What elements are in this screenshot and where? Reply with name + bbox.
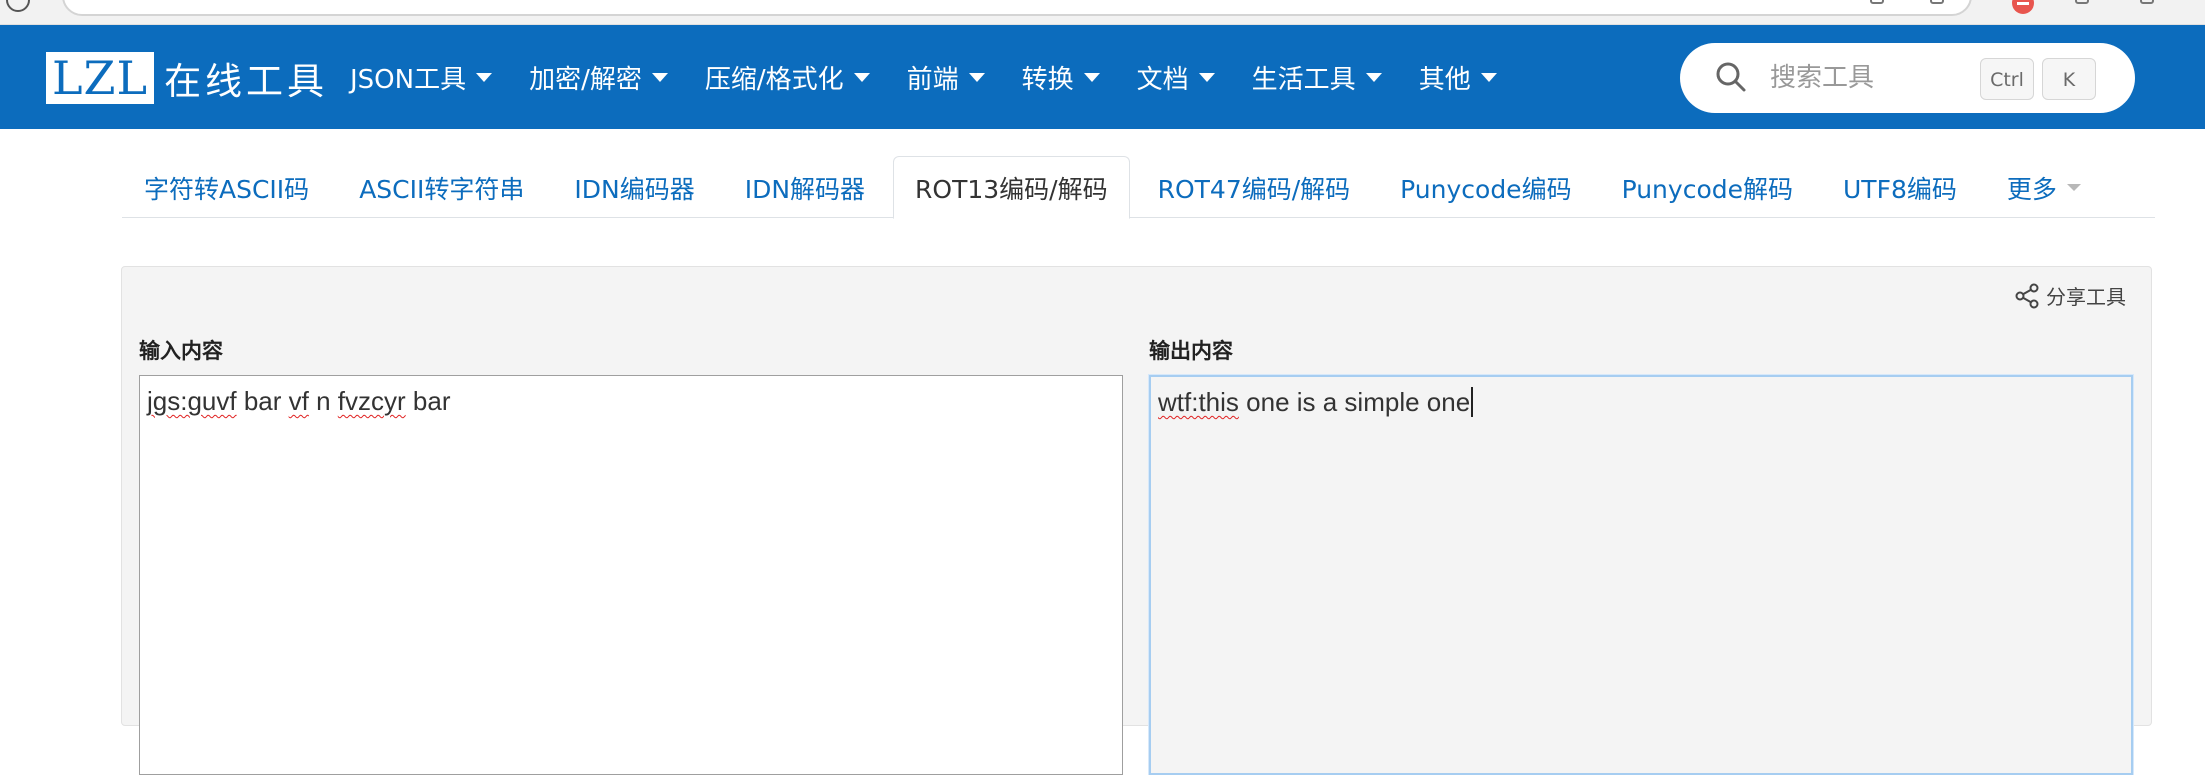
input-text: bar	[236, 386, 289, 416]
output-label: 输出内容	[1149, 339, 1233, 363]
input-label: 输入内容	[139, 339, 223, 363]
nav-label: 文档	[1136, 64, 1189, 95]
shortcut-k-key: K	[2042, 58, 2096, 100]
caret-down-icon	[968, 72, 985, 82]
nav-other[interactable]: 其他	[1419, 59, 1497, 96]
input-text: n	[308, 386, 338, 416]
nav-life-tools[interactable]: 生活工具	[1252, 59, 1382, 96]
nav-convert[interactable]: 转换	[1022, 59, 1100, 96]
nav-docs[interactable]: 文档	[1137, 59, 1215, 96]
input-word: vf	[288, 386, 309, 416]
tab-utf8-encode[interactable]: UTF8编码	[1821, 156, 1979, 218]
search-box[interactable]: Ctrl K	[1680, 43, 2135, 113]
tab-idn-decoder[interactable]: IDN解码器	[723, 156, 887, 218]
extensions-icon[interactable]	[2075, 0, 2089, 4]
output-text: one is a simple one	[1238, 387, 1471, 417]
nav-label: 前端	[906, 64, 959, 95]
nav-compress-format[interactable]: 压缩/格式化	[705, 59, 870, 96]
share-label: 分享工具	[2046, 285, 2126, 309]
output-word: wtf:this	[1158, 387, 1239, 417]
input-word: fvzcyr	[337, 386, 406, 416]
text-cursor	[1471, 387, 1474, 417]
nav-label: 压缩/格式化	[704, 64, 844, 95]
nav-label: 加密/解密	[529, 64, 642, 95]
share-icon	[2015, 283, 2039, 308]
site-logo[interactable]: LZL 在线工具	[46, 52, 328, 104]
tab-rot47[interactable]: ROT47编码/解码	[1136, 156, 1373, 218]
tab-more-label: 更多	[2006, 174, 2057, 204]
nav-label: 其他	[1418, 64, 1471, 95]
menu-icon[interactable]	[2140, 0, 2154, 4]
nav-label: 转换	[1021, 64, 1074, 95]
caret-down-icon	[651, 72, 668, 82]
search-icon	[1716, 62, 1746, 92]
logo-mark: LZL	[46, 52, 155, 104]
search-input[interactable]	[1770, 55, 1970, 101]
extension-badge-icon[interactable]	[2012, 0, 2034, 14]
shortcut-ctrl-key: Ctrl	[1980, 58, 2034, 100]
caret-down-icon	[476, 72, 493, 82]
input-word: jgs:guvf	[147, 386, 237, 416]
address-bar[interactable]	[62, 0, 1972, 16]
tab-more[interactable]: 更多	[1985, 156, 2103, 218]
nav-label: JSON工具	[350, 64, 467, 95]
caret-down-icon	[1083, 72, 1100, 82]
tool-tabs: 字符转ASCII码 ASCII转字符串 IDN编码器 IDN解码器 ROT13编…	[122, 156, 2155, 219]
caret-down-icon	[2066, 184, 2081, 191]
logo-text: 在线工具	[164, 60, 329, 103]
tool-card: 分享工具 输入内容 输出内容 jgs:guvf bar vf n fvzcyr …	[121, 266, 2152, 775]
input-text: bar	[405, 386, 451, 416]
output-textarea[interactable]: wtf:this one is a simple one	[1149, 375, 2133, 775]
browser-toolbar	[0, 0, 2205, 25]
site-info-icon[interactable]	[6, 0, 30, 12]
navbar: LZL 在线工具 JSON工具 加密/解密 压缩/格式化 前端 转换 文档 生活	[0, 25, 2205, 129]
nav-frontend[interactable]: 前端	[907, 59, 985, 96]
caret-down-icon	[1480, 72, 1497, 82]
tab-ascii-to-string[interactable]: ASCII转字符串	[337, 156, 546, 218]
translate-icon[interactable]	[1870, 0, 1884, 4]
tab-punycode-decode[interactable]: Punycode解码	[1600, 156, 1815, 218]
share-tool-button[interactable]: 分享工具	[2014, 281, 2126, 310]
tab-punycode-encode[interactable]: Punycode编码	[1378, 156, 1593, 218]
main-menu: JSON工具 加密/解密 压缩/格式化 前端 转换 文档 生活工具 其他	[350, 25, 1534, 129]
tab-rot13[interactable]: ROT13编码/解码	[893, 156, 1130, 219]
tab-char-to-ascii[interactable]: 字符转ASCII码	[122, 156, 331, 218]
nav-json-tools[interactable]: JSON工具	[350, 59, 493, 96]
caret-down-icon	[853, 72, 870, 82]
nav-encrypt-decrypt[interactable]: 加密/解密	[529, 59, 668, 96]
input-textarea[interactable]: jgs:guvf bar vf n fvzcyr bar	[139, 375, 1123, 775]
favorite-icon[interactable]	[1930, 0, 1944, 4]
caret-down-icon	[1365, 72, 1382, 82]
caret-down-icon	[1198, 72, 1215, 82]
nav-label: 生活工具	[1251, 64, 1356, 95]
tab-idn-encoder[interactable]: IDN编码器	[552, 156, 716, 218]
